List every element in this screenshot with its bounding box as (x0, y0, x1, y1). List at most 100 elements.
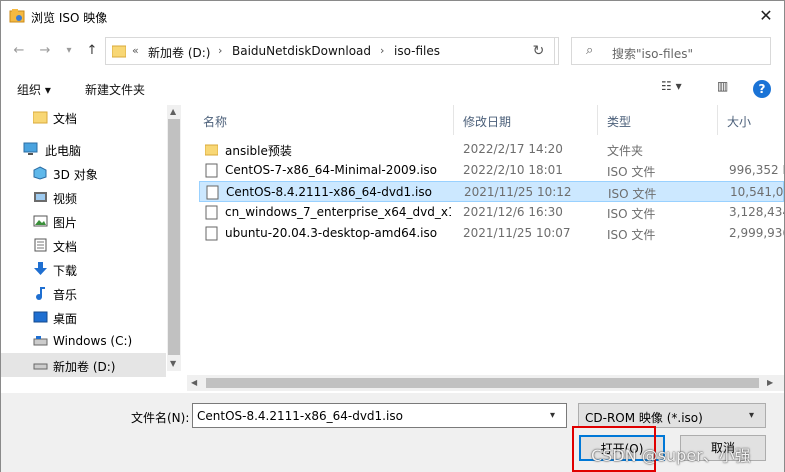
sidebar-item-music[interactable]: 音乐 (1, 281, 166, 305)
chevron-down-icon[interactable]: ▾ (749, 410, 754, 421)
file-icon (206, 185, 219, 200)
download-icon (34, 262, 47, 275)
file-size: 3,128,434 (729, 205, 784, 219)
command-toolbar: 组织 ▾ 新建文件夹 ☷ ▾ ▥ ? (1, 73, 784, 105)
column-header-date[interactable]: 修改日期 (463, 113, 511, 130)
file-type: ISO 文件 (607, 165, 656, 179)
file-row[interactable]: cn_windows_7_enterprise_x64_dvd_x1... 20… (199, 202, 784, 223)
file-row[interactable]: ansible预装 2022/2/17 14:20 文件夹 (199, 139, 784, 160)
window-title: 浏览 ISO 映像 (31, 11, 108, 25)
up-arrow-icon[interactable]: ↑ (82, 41, 102, 61)
forward-arrow-icon[interactable]: → (35, 41, 55, 61)
scroll-up-icon[interactable]: ▲ (170, 107, 176, 116)
sort-ascending-icon: ^ (323, 105, 332, 112)
desktop-icon (33, 311, 48, 323)
filename-input[interactable]: CentOS-8.4.2111-x86_64-dvd1.iso ▾ (192, 403, 567, 428)
sidebar-item-downloads[interactable]: 下载 (1, 257, 166, 281)
file-size: 10,541,05 (730, 185, 784, 199)
sidebar-item-documents-quick[interactable]: 文档 (1, 105, 166, 129)
breadcrumb-separator[interactable]: › (380, 44, 384, 57)
file-type-filter[interactable]: CD-ROM 映像 (*.iso) ▾ (578, 403, 766, 428)
breadcrumb-separator[interactable]: › (218, 44, 222, 57)
sidebar-item-pictures[interactable]: 图片 (1, 209, 166, 233)
column-divider[interactable] (717, 105, 718, 135)
file-list-scroll-thumb[interactable] (206, 378, 759, 388)
folder-icon (205, 144, 218, 156)
file-row-selected[interactable]: CentOS-8.4.2111-x86_64-dvd1.iso 2021/11/… (199, 181, 784, 202)
breadcrumb-iso-files[interactable]: iso-files (394, 44, 440, 58)
new-folder-button[interactable]: 新建文件夹 (85, 81, 145, 98)
computer-icon (23, 142, 38, 155)
sidebar-item-this-pc[interactable]: 此电脑 (1, 137, 166, 161)
refresh-icon[interactable]: ↻ (519, 37, 559, 65)
watermark: CSDN @super、小强 (591, 446, 751, 465)
file-row[interactable]: ubuntu-20.04.3-desktop-amd64.iso 2021/11… (199, 223, 784, 244)
app-icon (9, 9, 25, 23)
file-name: ubuntu-20.04.3-desktop-amd64.iso (225, 226, 438, 240)
scroll-down-icon[interactable]: ▼ (170, 359, 176, 368)
sidebar-item-documents[interactable]: 文档 (1, 233, 166, 257)
sidebar-item-label: 新加卷 (D:) (53, 360, 116, 374)
file-name: ansible预装 (225, 144, 292, 158)
sidebar-item-drive-c[interactable]: Windows (C:) (1, 329, 166, 353)
sidebar-item-videos[interactable]: 视频 (1, 185, 166, 209)
sidebar-item-label: 视频 (53, 192, 78, 206)
file-size: 2,999,936 (729, 226, 784, 240)
browse-iso-dialog: 浏览 ISO 映像 ✕ ← → ▾ ↑ « 新加卷 (D:) › BaiduNe… (0, 0, 785, 472)
column-header-name[interactable]: 名称 (203, 113, 227, 130)
file-type: ISO 文件 (608, 187, 657, 201)
organize-button[interactable]: 组织 ▾ (17, 81, 51, 98)
file-type: ISO 文件 (607, 228, 656, 242)
sidebar-item-drive-d[interactable]: 新加卷 (D:) (1, 353, 166, 377)
column-header-size[interactable]: 大小 (727, 113, 751, 130)
file-icon (205, 226, 218, 241)
help-icon[interactable]: ? (753, 80, 771, 98)
title-bar[interactable]: 浏览 ISO 映像 ✕ (1, 1, 784, 31)
filter-value: CD-ROM 映像 (*.iso) (585, 411, 703, 425)
chevron-down-icon[interactable]: ▾ (550, 410, 555, 421)
recent-dropdown-icon[interactable]: ▾ (59, 41, 79, 61)
search-box[interactable]: ⌕ 搜索"iso-files" (571, 37, 771, 65)
view-options-icon[interactable]: ☷ ▾ (661, 79, 682, 99)
back-arrow-icon[interactable]: ← (9, 41, 29, 61)
overflow-marker[interactable]: « (132, 44, 139, 57)
document-icon (34, 238, 47, 252)
file-name: CentOS-7-x86_64-Minimal-2009.iso (225, 163, 438, 177)
filename-value: CentOS-8.4.2111-x86_64-dvd1.iso (197, 409, 403, 423)
file-date: 2021/11/25 10:12 (464, 185, 572, 199)
address-bar[interactable]: « 新加卷 (D:) › BaiduNetdiskDownload › iso-… (105, 37, 611, 65)
file-name: cn_windows_7_enterprise_x64_dvd_x1... (225, 205, 451, 219)
file-type: 文件夹 (607, 144, 644, 158)
file-row[interactable]: CentOS-7-x86_64-Minimal-2009.iso 2022/2/… (199, 160, 784, 181)
scroll-right-icon[interactable]: ▶ (767, 378, 773, 387)
filename-label: 文件名(N): (131, 411, 190, 425)
sidebar-item-3d-objects[interactable]: 3D 对象 (1, 161, 166, 185)
sidebar-item-label: 此电脑 (45, 144, 82, 158)
file-size: 996,352 K (729, 163, 784, 177)
column-header-type[interactable]: 类型 (607, 113, 631, 130)
close-icon[interactable]: ✕ (753, 4, 779, 28)
sidebar-item-desktop[interactable]: 桌面 (1, 305, 166, 329)
sidebar-item-label: Windows (C:) (53, 334, 133, 348)
sidebar-item-label: 3D 对象 (53, 168, 98, 182)
breadcrumb-baidu[interactable]: BaiduNetdiskDownload (232, 44, 371, 58)
file-date: 2021/11/25 10:07 (463, 226, 571, 240)
column-divider[interactable] (453, 105, 454, 135)
drive-icon (33, 336, 48, 346)
music-icon (36, 287, 45, 300)
sidebar-scroll-thumb[interactable] (168, 119, 180, 355)
sidebar-item-label: 文档 (53, 240, 78, 254)
preview-pane-icon[interactable]: ▥ (717, 79, 728, 99)
file-date: 2022/2/10 18:01 (463, 163, 563, 177)
breadcrumb-drive[interactable]: 新加卷 (D:) (148, 44, 210, 61)
file-name: CentOS-8.4.2111-x86_64-dvd1.iso (226, 185, 432, 199)
sidebar-item-label: 图片 (53, 216, 78, 230)
sidebar-item-label: 音乐 (53, 288, 78, 302)
column-divider[interactable] (597, 105, 598, 135)
sidebar-item-label: 文档 (53, 112, 78, 126)
navigation-pane: 文档 此电脑 3D 对象 视频 图片 文档 下载 音乐 桌面 Windows (… (1, 105, 181, 393)
scroll-left-icon[interactable]: ◀ (191, 378, 197, 387)
search-placeholder: 搜索"iso-files" (612, 47, 694, 61)
file-icon (205, 163, 218, 178)
file-date: 2022/2/17 14:20 (463, 142, 563, 156)
